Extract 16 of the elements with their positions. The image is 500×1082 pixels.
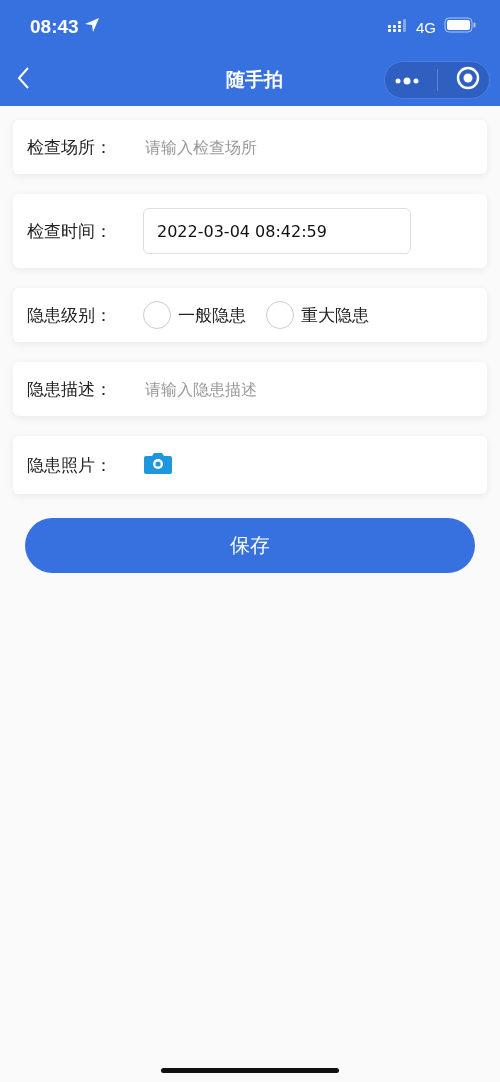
radio-circle[interactable] <box>266 301 294 329</box>
field-label: 检查时间： <box>27 219 113 243</box>
field-label: 隐患照片： <box>27 453 113 477</box>
radio-option[interactable]: 一般隐患 <box>143 301 246 329</box>
radio-option[interactable]: 重大隐患 <box>266 301 369 329</box>
radio-circle[interactable] <box>143 301 171 329</box>
field-label: 隐患描述： <box>27 377 113 401</box>
save-button[interactable]: 保存 <box>25 518 475 573</box>
datetime-field[interactable]: 2022-03-04 08:42:59 <box>143 208 411 254</box>
page-title: 随手拍 <box>225 67 283 92</box>
network-label: 4G <box>416 18 436 36</box>
field-label: 检查场所： <box>27 135 113 159</box>
input-field[interactable]: 请输入检查场所 <box>143 136 443 158</box>
field-label: 隐患级别： <box>27 303 113 327</box>
input-field[interactable]: 请输入隐患描述 <box>143 378 443 400</box>
status-time: 08:43 <box>30 16 79 38</box>
